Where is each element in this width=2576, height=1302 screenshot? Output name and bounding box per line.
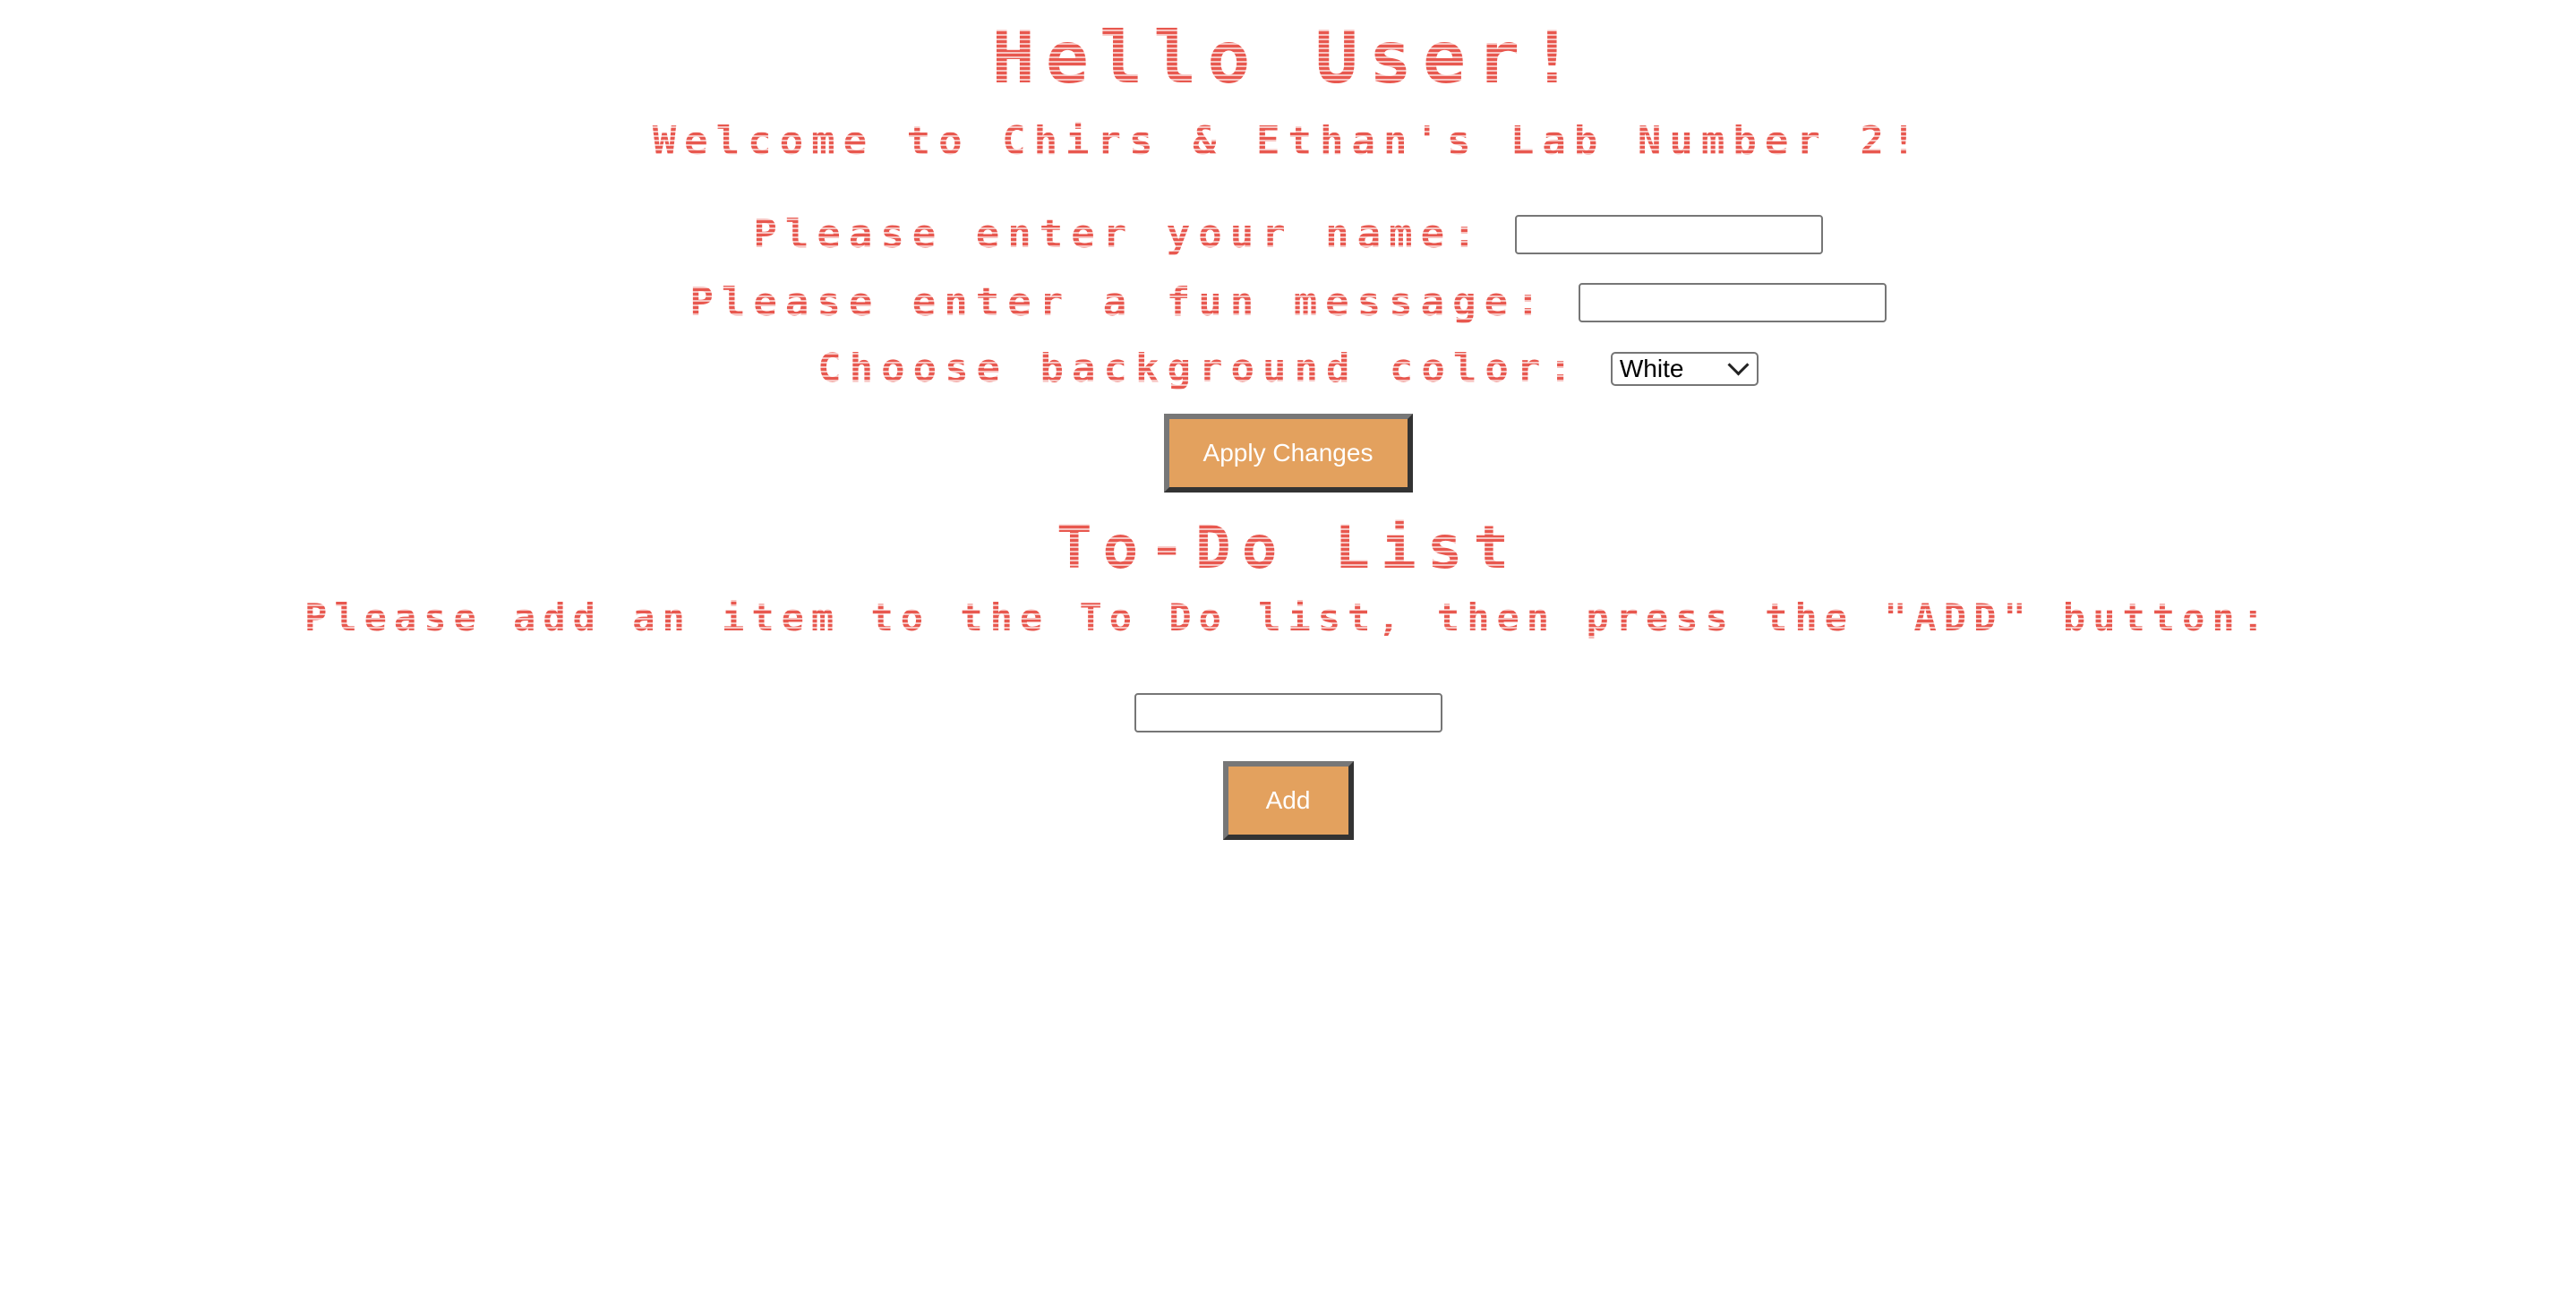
page-title: Hello User!: [0, 18, 2576, 99]
message-row: Please enter a fun message:: [0, 279, 2576, 325]
todo-input-row: [0, 693, 2576, 732]
add-button[interactable]: Add: [1222, 761, 1354, 840]
background-color-select[interactable]: White: [1610, 351, 1759, 386]
apply-row: Apply Changes: [0, 414, 2576, 493]
color-row: Choose background color: White: [0, 346, 2576, 391]
todo-title: To-Do List: [0, 512, 2576, 584]
welcome-subtitle: Welcome to Chirs & Ethan's Lab Number 2!: [0, 115, 2576, 168]
message-label: Please enter a fun message:: [689, 279, 1548, 325]
chevron-down-icon: [1727, 354, 1750, 376]
todo-instructions: Please add an item to the To Do list, th…: [0, 593, 2576, 643]
name-input[interactable]: [1514, 214, 1823, 254]
page: Hello User! Welcome to Chirs & Ethan's L…: [0, 0, 2576, 1302]
todo-item-input[interactable]: [1134, 693, 1442, 732]
apply-changes-button[interactable]: Apply Changes: [1163, 414, 1413, 493]
name-row: Please enter your name:: [0, 211, 2576, 257]
message-input[interactable]: [1578, 282, 1887, 322]
color-label: Choose background color:: [817, 346, 1580, 391]
name-label: Please enter your name:: [753, 211, 1485, 257]
background-color-selected: White: [1619, 354, 1684, 382]
add-row: Add: [0, 761, 2576, 840]
